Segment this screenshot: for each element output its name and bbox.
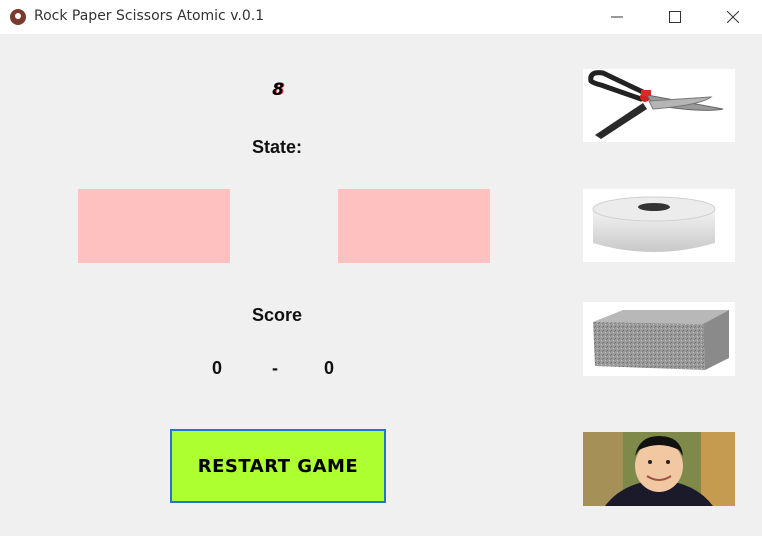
maximize-icon (669, 11, 681, 23)
player-choice-slot (78, 189, 230, 263)
score-label: Score (252, 305, 303, 325)
person-portrait-image (583, 432, 735, 506)
choice-paper-button[interactable] (583, 189, 735, 262)
choice-rock-button[interactable] (583, 302, 735, 376)
player-score: 0 (212, 358, 223, 378)
round-counter: 8 (272, 80, 284, 100)
minimize-icon (611, 16, 623, 18)
choice-atomic-button[interactable] (583, 432, 735, 506)
scissors-image (583, 69, 735, 142)
window-title: Rock Paper Scissors Atomic v.0.1 (34, 8, 265, 24)
title-bar: Rock Paper Scissors Atomic v.0.1 (0, 0, 762, 34)
app-icon (10, 9, 26, 25)
game-area: 8 State: Score 0 - 0 RESTART GAME (0, 34, 762, 536)
close-icon (727, 11, 739, 23)
paper-roll-image (583, 189, 735, 262)
state-label: State: (252, 137, 303, 157)
restart-game-button[interactable]: RESTART GAME (170, 429, 386, 503)
score-separator: - (272, 358, 278, 378)
computer-choice-slot (338, 189, 490, 263)
rock-brick-image (583, 302, 735, 376)
minimize-button[interactable] (594, 0, 640, 34)
computer-score: 0 (324, 358, 335, 378)
maximize-button[interactable] (652, 0, 698, 34)
close-button[interactable] (710, 0, 756, 34)
choice-scissors-button[interactable] (583, 69, 735, 142)
